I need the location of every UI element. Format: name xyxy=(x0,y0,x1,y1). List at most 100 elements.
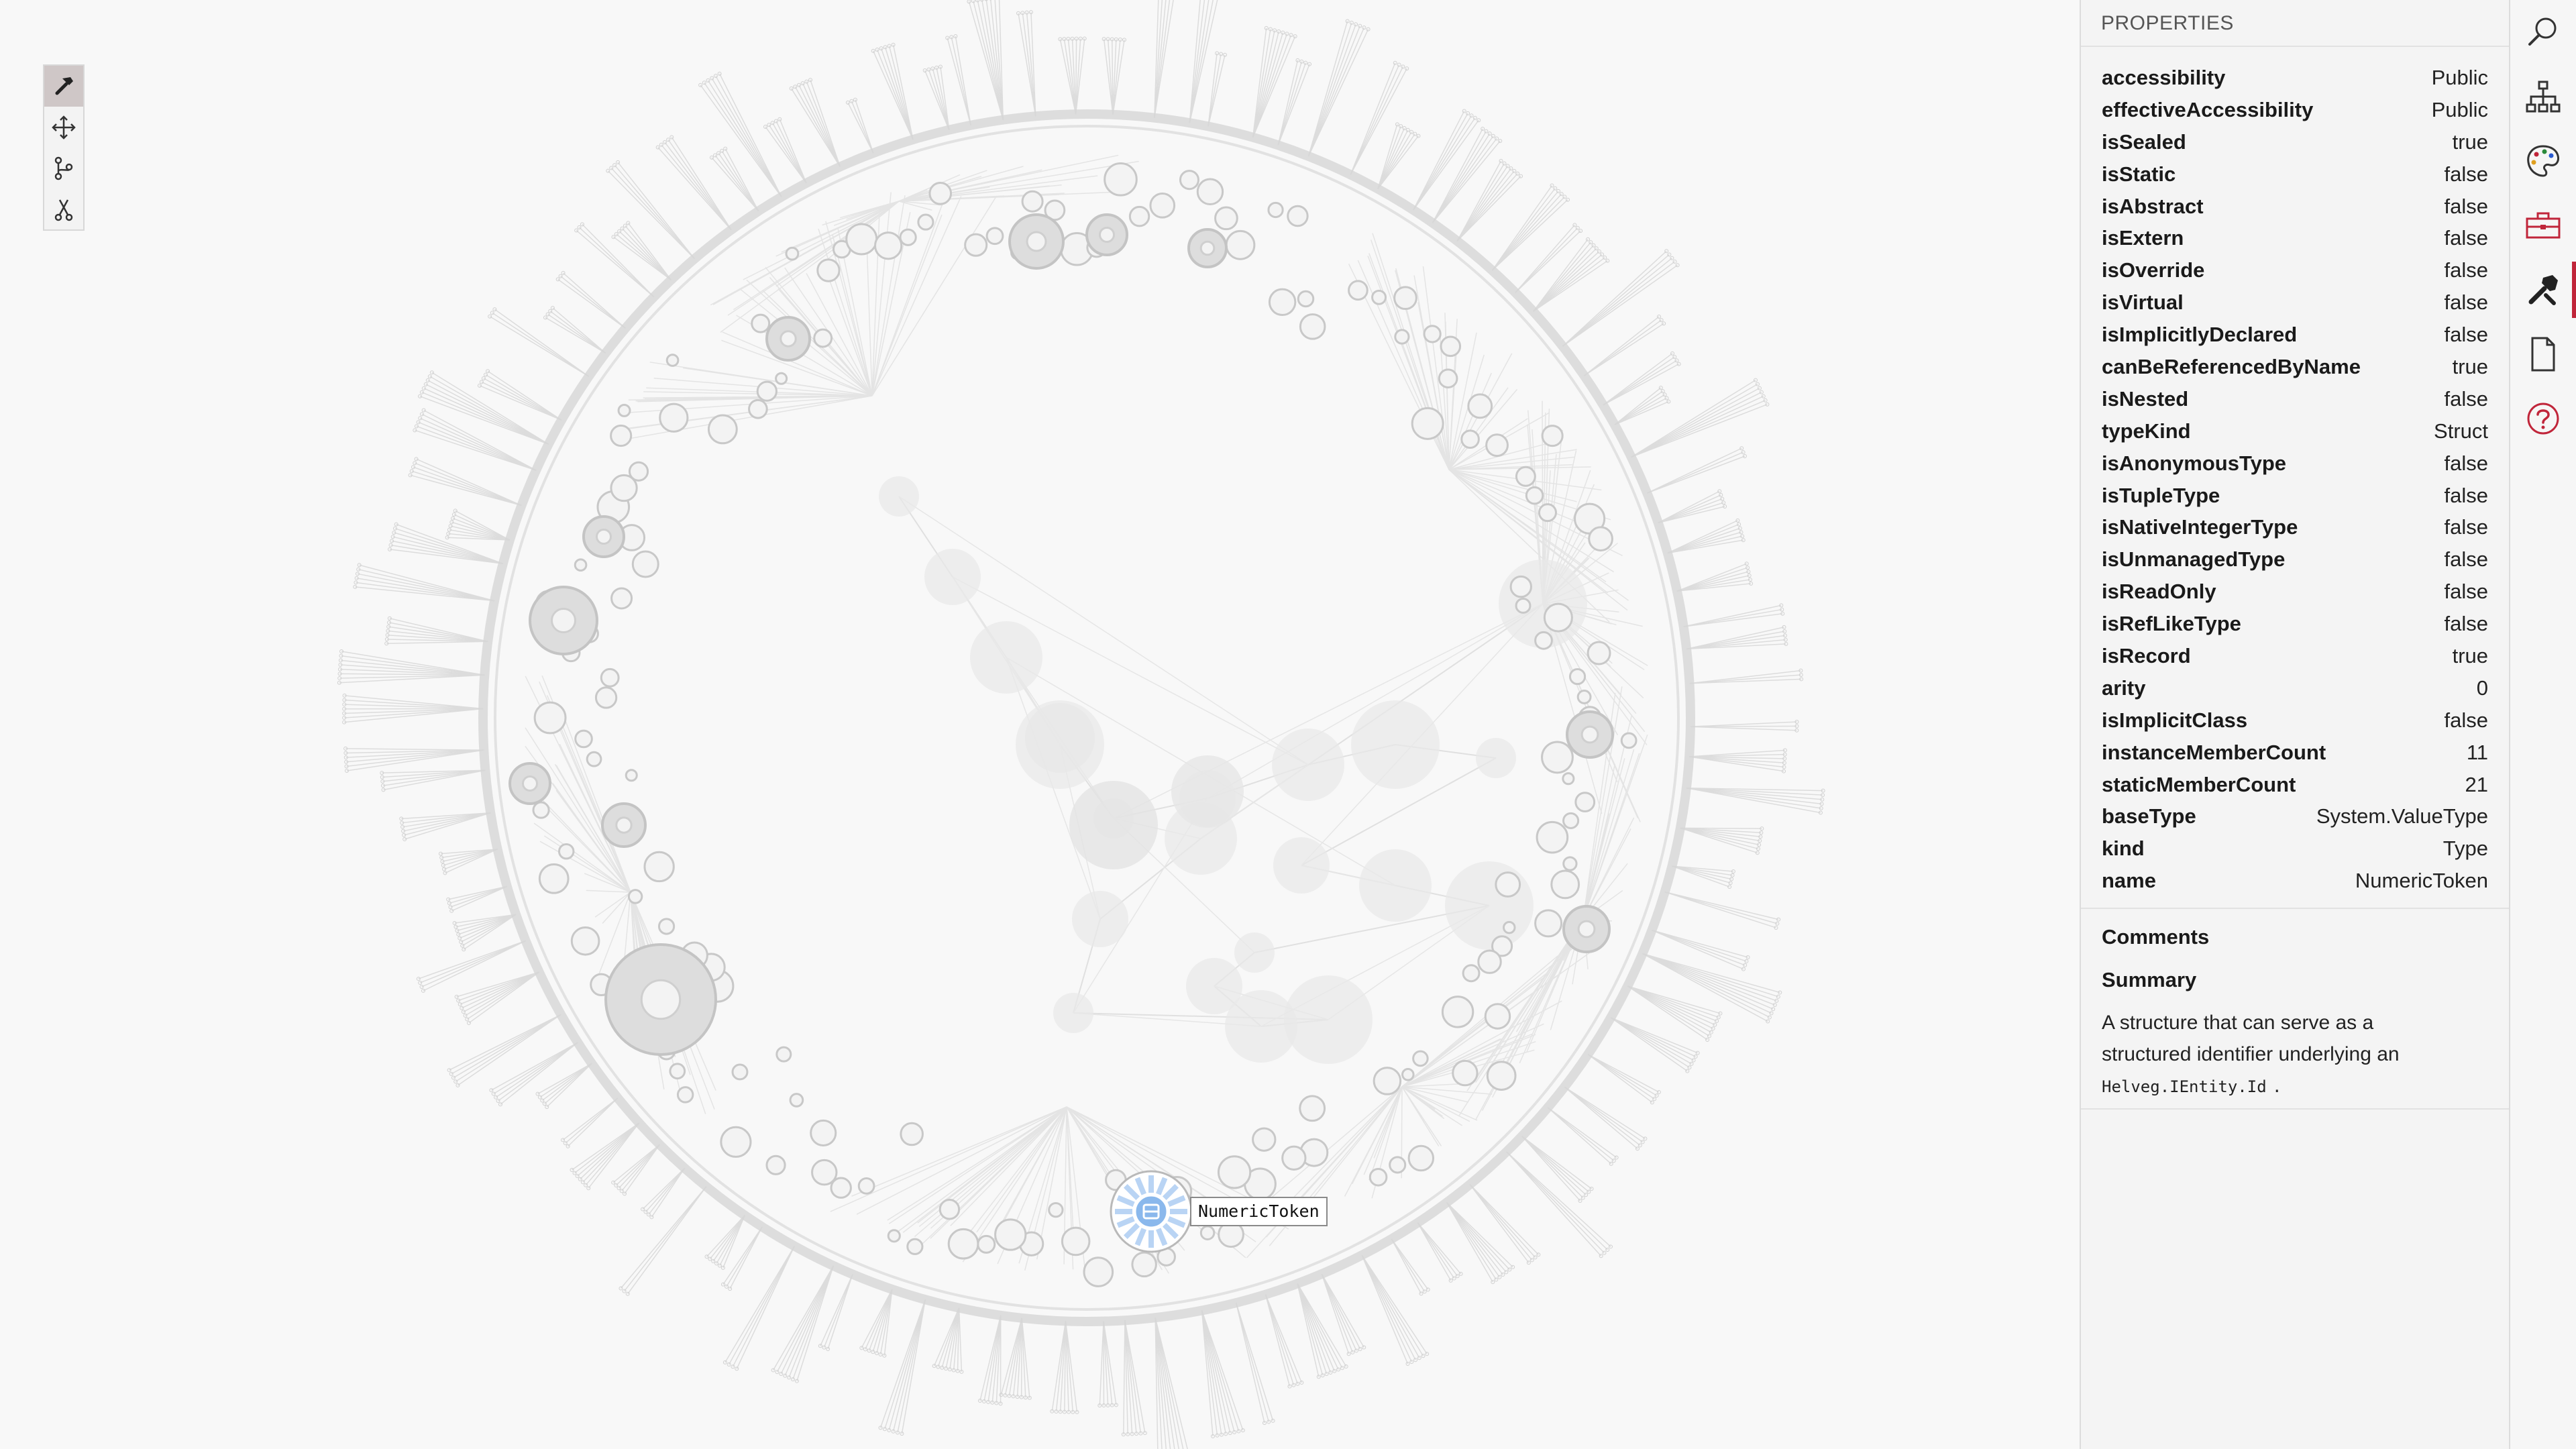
outer-spoke xyxy=(855,99,874,154)
outer-spoke xyxy=(1112,39,1121,115)
outer-spoke xyxy=(1667,527,1741,554)
branch-tool-button[interactable] xyxy=(44,148,83,189)
member-node xyxy=(775,372,788,385)
outer-spoke xyxy=(627,222,672,280)
property-value: Public xyxy=(2431,97,2488,121)
outer-spoke xyxy=(667,139,732,231)
cut-tool-button[interactable] xyxy=(44,189,83,229)
outer-spoke xyxy=(1235,1302,1270,1422)
properties-panel: PROPERTIES accessibility Public effectiveA… xyxy=(2080,0,2509,1449)
outer-spoke xyxy=(847,102,874,154)
member-node xyxy=(720,1126,752,1158)
outer-spoke xyxy=(791,88,841,167)
summary-body: A structure that can serve as a structur… xyxy=(2102,1012,2400,1066)
property-value: false xyxy=(2444,226,2488,250)
outer-spoke xyxy=(466,971,540,1020)
cluster-edge xyxy=(871,192,892,396)
member-node xyxy=(857,1177,875,1195)
sidebar-properties-button[interactable] xyxy=(2510,258,2576,322)
property-row: canBeReferencedByName true xyxy=(2081,351,2509,383)
outer-spoke xyxy=(1627,985,1715,1026)
outer-spoke xyxy=(947,38,971,125)
cluster-edge xyxy=(602,892,631,924)
outer-spoke xyxy=(582,1122,640,1183)
member-node xyxy=(1287,205,1309,227)
cluster-node-core xyxy=(551,608,576,633)
outer-spoke xyxy=(1491,199,1568,271)
property-value: false xyxy=(2444,483,2488,507)
member-node xyxy=(1401,1068,1415,1081)
outer-spoke xyxy=(901,1299,926,1434)
selected-node[interactable] xyxy=(1110,1170,1193,1253)
member-node xyxy=(1267,201,1284,219)
outer-spoke xyxy=(1689,674,1801,684)
outer-spoke xyxy=(794,86,841,167)
outer-spoke xyxy=(479,385,562,421)
summary-code: Helveg.IEntity.Id xyxy=(2102,1077,2267,1097)
member-node xyxy=(574,558,588,572)
outer-spoke xyxy=(788,1265,835,1378)
outer-spoke xyxy=(1631,396,1764,458)
member-node xyxy=(1467,393,1493,419)
outer-spoke xyxy=(416,458,522,506)
property-key: isNativeIntegerType xyxy=(2102,515,2298,539)
property-row: accessibility Public xyxy=(2081,62,2509,94)
outer-spoke xyxy=(1350,64,1400,175)
document-icon xyxy=(2531,337,2555,372)
outer-spoke xyxy=(1584,316,1660,376)
property-row: isRecord true xyxy=(2081,640,2509,672)
property-key: typeKind xyxy=(2102,419,2191,443)
property-row: instanceMemberCount 11 xyxy=(2081,737,2509,769)
outer-spoke xyxy=(1642,953,1777,1002)
member-node xyxy=(1495,871,1521,898)
outer-spoke xyxy=(340,659,485,676)
outer-spoke xyxy=(552,307,606,354)
member-node xyxy=(627,889,643,904)
inner-node xyxy=(1053,993,1093,1033)
sidebar-hierarchy-button[interactable] xyxy=(2510,64,2576,129)
leaf-node xyxy=(796,83,801,87)
property-key: isStatic xyxy=(2102,162,2176,186)
outer-spoke xyxy=(455,1014,561,1082)
outer-spoke xyxy=(1051,1321,1067,1411)
graph-canvas[interactable]: NumericToken xyxy=(0,0,2080,1449)
sidebar-help-button[interactable] xyxy=(2510,386,2576,451)
property-key: isOverride xyxy=(2102,258,2205,282)
outer-spoke xyxy=(425,384,549,445)
member-node xyxy=(665,354,680,367)
move-tool-button[interactable] xyxy=(44,107,83,148)
member-node xyxy=(1131,1251,1157,1278)
outer-spoke xyxy=(802,83,841,167)
outer-spoke xyxy=(1658,498,1723,524)
outer-spoke xyxy=(645,1167,686,1212)
outer-spoke xyxy=(1627,985,1719,1018)
outer-spoke xyxy=(1297,1283,1343,1368)
property-value: false xyxy=(2444,162,2488,186)
outer-spoke xyxy=(449,1014,561,1071)
sidebar-search-button[interactable] xyxy=(2510,0,2576,64)
outer-spoke xyxy=(1610,1017,1692,1065)
property-row: isUnmanagedType false xyxy=(2081,543,2509,576)
sidebar-toolbox-button[interactable] xyxy=(2510,193,2576,258)
outer-spoke xyxy=(768,124,807,184)
hammer-tool-button[interactable] xyxy=(44,66,83,107)
sidebar-palette-button[interactable] xyxy=(2510,129,2576,193)
inner-edge xyxy=(898,496,1309,765)
property-key: isVirtual xyxy=(2102,290,2184,315)
outer-spoke xyxy=(1377,131,1412,189)
sidebar-document-button[interactable] xyxy=(2510,322,2576,386)
outer-spoke xyxy=(1307,25,1360,157)
outer-spoke xyxy=(806,81,841,167)
cluster-node-core xyxy=(1026,231,1047,252)
outer-spoke xyxy=(1614,390,1664,425)
outer-spoke xyxy=(865,1289,893,1350)
outer-spoke xyxy=(1689,756,1784,772)
scissors-icon xyxy=(54,199,73,221)
outer-spoke xyxy=(1432,136,1494,223)
outer-spoke xyxy=(792,1265,835,1380)
outer-spoke xyxy=(1417,1222,1452,1281)
properties-list: accessibility Public effectiveAccessibilit… xyxy=(2081,47,2509,910)
member-node xyxy=(1550,869,1580,900)
outer-spoke xyxy=(492,312,590,377)
outer-spoke xyxy=(1603,353,1673,406)
